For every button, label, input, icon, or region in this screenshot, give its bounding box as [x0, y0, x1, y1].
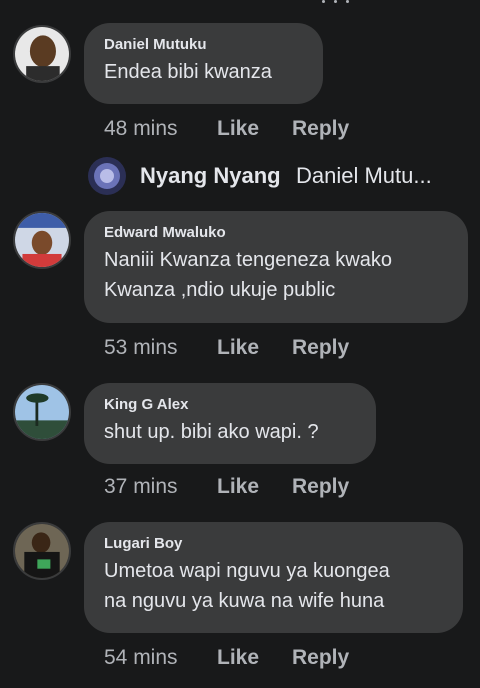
comment-text-line: Umetoa wapi nguvu ya kuongea — [104, 560, 390, 582]
comment-time[interactable]: 54 mins — [104, 645, 178, 671]
comment-bubble: Edward Mwaluko Naniii Kwanza tengeneza k… — [84, 211, 468, 323]
comment-author[interactable]: King G Alex — [104, 396, 356, 414]
like-button[interactable]: Like — [217, 116, 259, 142]
reply-text: Daniel Mutu... — [296, 163, 432, 188]
reply-button[interactable]: Reply — [292, 474, 349, 500]
like-button[interactable]: Like — [217, 645, 259, 671]
reply-button[interactable]: Reply — [292, 116, 349, 142]
comment-time[interactable]: 48 mins — [104, 116, 178, 142]
reply-button[interactable]: Reply — [292, 335, 349, 361]
profile-photo-icon — [88, 157, 126, 195]
comment-text: Endea bibi kwanza — [104, 61, 272, 83]
comment-text-line: Naniii Kwanza tengeneza kwako — [104, 249, 392, 271]
comment-bubble: Daniel Mutuku Endea bibi kwanza — [84, 23, 323, 104]
avatar[interactable] — [13, 25, 71, 83]
comment-author[interactable]: Daniel Mutuku — [104, 36, 303, 54]
profile-photo-icon — [15, 27, 69, 81]
comment-bubble: King G Alex shut up. bibi ako wapi. ? — [84, 383, 376, 464]
comment-text-line: na nguvu ya kuwa na wife huna — [104, 590, 385, 612]
avatar[interactable] — [13, 522, 71, 580]
like-button[interactable]: Like — [217, 474, 259, 500]
reply-author[interactable]: Nyang Nyang — [140, 163, 281, 189]
comment-bubble: Lugari Boy Umetoa wapi nguvu ya kuongea … — [84, 522, 463, 633]
like-button[interactable]: Like — [217, 335, 259, 361]
comment-text: shut up. bibi ako wapi. ? — [104, 421, 319, 443]
profile-photo-icon — [15, 385, 69, 439]
comment-author[interactable]: Lugari Boy — [104, 535, 443, 553]
comment-time[interactable]: 37 mins — [104, 474, 178, 500]
comment-author[interactable]: Edward Mwaluko — [104, 224, 448, 242]
profile-photo-icon — [15, 524, 69, 578]
comment-text-line: Kwanza ,ndio ukuje public — [104, 279, 336, 301]
comment-time[interactable]: 53 mins — [104, 335, 178, 361]
reply-preview[interactable]: Nyang Nyang Daniel Mutu... — [88, 157, 468, 195]
more-options-icon[interactable] — [322, 0, 352, 4]
avatar[interactable] — [13, 211, 71, 269]
avatar[interactable] — [13, 383, 71, 441]
reply-button[interactable]: Reply — [292, 645, 349, 671]
profile-photo-icon — [15, 213, 69, 267]
avatar[interactable] — [88, 157, 126, 195]
